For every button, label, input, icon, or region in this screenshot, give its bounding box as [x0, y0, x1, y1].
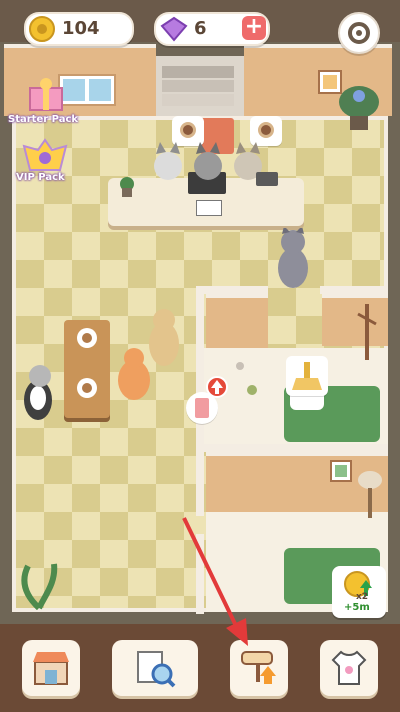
open-book	[196, 200, 222, 216]
gem-icon	[160, 16, 188, 42]
leafy-plant	[339, 86, 379, 130]
paint-roller-icon	[241, 651, 276, 684]
boost-duration: +5m	[344, 602, 370, 613]
coin-counter: 104	[24, 12, 134, 46]
game-screen: Starter Pack VIP Pack x2 +5m 104 6 +	[0, 0, 400, 712]
plates	[77, 328, 97, 398]
boost-multiplier: x2	[356, 592, 369, 602]
gear-icon	[348, 22, 370, 44]
red-arrow-annotation	[182, 517, 248, 646]
clean-request-bubble[interactable]	[286, 356, 328, 396]
settings-button[interactable]	[338, 12, 380, 54]
cream-cat[interactable]	[140, 304, 188, 378]
shop-button[interactable]	[22, 640, 80, 696]
floor-mess[interactable]	[232, 360, 272, 400]
coin-value: 104	[62, 18, 100, 39]
cash-register	[256, 172, 278, 186]
gem-value: 6	[194, 18, 207, 39]
machine-bubble[interactable]	[186, 392, 218, 424]
coat-rack	[357, 304, 377, 360]
interior-wall	[320, 286, 388, 294]
coin-icon	[29, 16, 55, 42]
interior-wall	[196, 286, 268, 294]
potted-plant-icon	[120, 177, 134, 197]
wall-picture	[330, 460, 352, 482]
entrance-steps	[162, 66, 234, 106]
shirt-icon	[331, 650, 367, 685]
boost-card[interactable]: x2 +5m	[332, 566, 386, 618]
interior-wall	[204, 444, 388, 452]
wardrobe-button[interactable]	[320, 640, 378, 696]
starter-pack-label[interactable]: Starter Pack	[8, 114, 78, 125]
vip-crown-icon[interactable]	[22, 138, 68, 174]
floor-plant	[21, 563, 58, 610]
magnifier-newspaper-icon	[137, 651, 176, 688]
gem-counter: 6 +	[154, 12, 270, 46]
small-room-wall	[206, 294, 268, 348]
store-icon	[33, 652, 69, 685]
starter-pack-icon[interactable]	[24, 74, 68, 114]
tuxedo-cat[interactable]	[10, 358, 58, 426]
floor-lamp	[358, 471, 382, 518]
gray-cat[interactable]	[276, 228, 310, 290]
vip-pack-label[interactable]: VIP Pack	[16, 172, 65, 183]
add-gems-button[interactable]: +	[242, 16, 266, 40]
